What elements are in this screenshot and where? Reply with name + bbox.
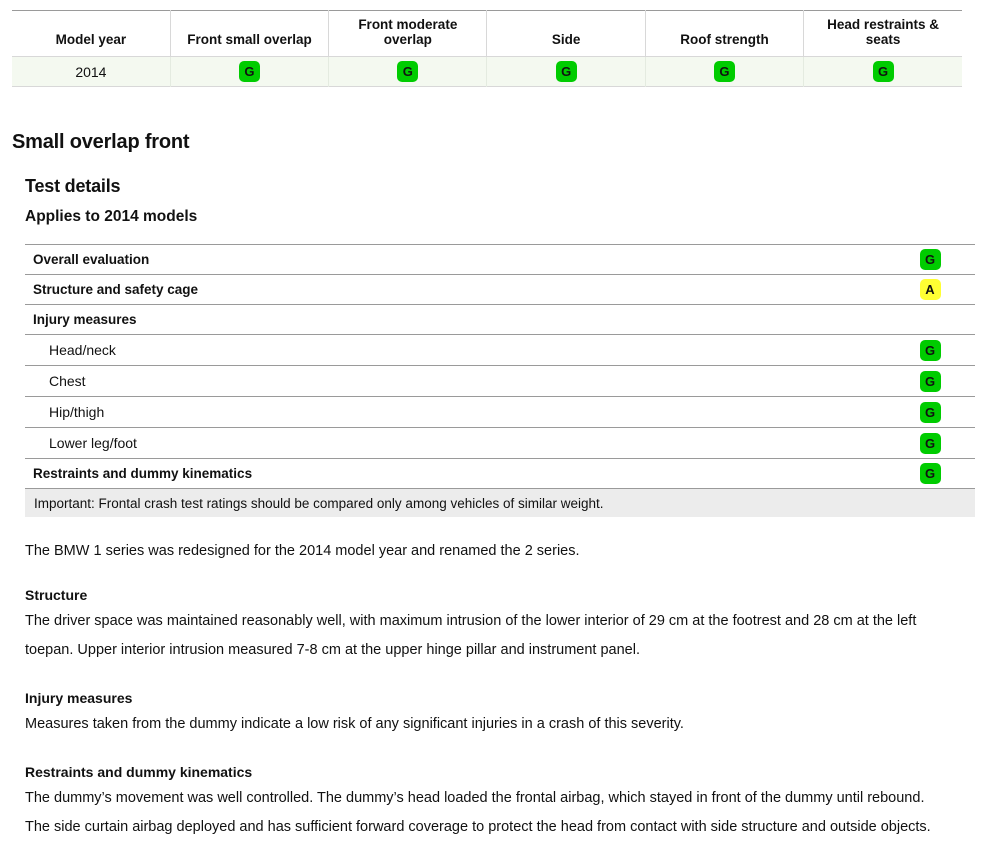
rating-badge-chest: G (919, 370, 941, 392)
prose-section: The BMW 1 series was redesigned for the … (25, 541, 950, 842)
cell-rating-roof-strength: G (645, 56, 805, 87)
table-row: Lower leg/foot G (25, 428, 975, 459)
column-header-side: Side (486, 10, 646, 57)
detail-rating-overall-evaluation: G (885, 245, 975, 275)
test-details-body: Overall evaluation G Structure and safet… (25, 244, 975, 489)
detail-label-restraints-and-dummy-kinematics: Restraints and dummy kinematics (33, 466, 253, 481)
prose-heading-structure: Structure (25, 587, 88, 603)
table-row: Head/neck G (25, 335, 975, 366)
detail-label-injury-measures: Injury measures (33, 312, 137, 327)
detail-rating-lower-leg-foot: G (885, 428, 975, 459)
prose-text-injury-measures: Measures taken from the dummy indicate a… (25, 716, 684, 732)
rating-badge-roof-strength: G (713, 61, 735, 82)
rating-badge-front-moderate-overlap: G (397, 61, 419, 82)
summary-header-row: Model year Front small overlap Front mod… (12, 10, 962, 57)
rating-badge-head-restraints-seats: G (872, 61, 894, 82)
rating-badge-hip-thigh: G (919, 401, 941, 423)
cell-rating-front-moderate-overlap: G (328, 56, 488, 87)
column-header-model-year: Model year (12, 10, 171, 57)
detail-label-structure-and-safety-cage: Structure and safety cage (33, 282, 199, 297)
detail-rating-restraints-and-dummy-kinematics: G (885, 459, 975, 489)
detail-label-head-neck: Head/neck (49, 342, 116, 358)
detail-rating-structure-and-safety-cage: A (885, 275, 975, 305)
detail-rating-injury-measures (885, 305, 975, 335)
table-row: Hip/thigh G (25, 397, 975, 428)
summary-ratings-section: Model year Front small overlap Front mod… (12, 10, 962, 87)
detail-rating-hip-thigh: G (885, 397, 975, 428)
summary-ratings-table: Model year Front small overlap Front mod… (12, 10, 962, 87)
table-row: Injury measures (25, 305, 975, 335)
prose-heading-restraints-and-dummy-kinematics: Restraints and dummy kinematics (25, 764, 253, 780)
rating-badge-lower-leg-foot: G (919, 432, 941, 454)
table-row: Overall evaluation G (25, 244, 975, 275)
rating-badge-overall-evaluation: G (919, 249, 941, 270)
important-note: Important: Frontal crash test ratings sh… (25, 489, 975, 517)
cell-rating-head-restraints-seats: G (804, 57, 962, 87)
table-row: Chest G (25, 366, 975, 397)
table-row: Structure and safety cage A (25, 275, 975, 305)
test-details-table: Overall evaluation G Structure and safet… (25, 244, 975, 489)
prose-heading-injury-measures: Injury measures (25, 690, 133, 706)
applies-to-title: Applies to 2014 models (25, 208, 198, 225)
rating-badge-structure-and-safety-cage: A (919, 279, 941, 300)
detail-rating-chest: G (885, 366, 975, 397)
prose-text-structure: The driver space was maintained reasonab… (25, 613, 917, 658)
column-header-front-moderate-overlap: Front moderate overlap (328, 10, 488, 57)
rating-badge-head-neck: G (919, 339, 941, 361)
cell-rating-front-small-overlap: G (170, 56, 330, 87)
table-row: 2014 G G G G G (12, 56, 962, 87)
summary-table-body: 2014 G G G G G (12, 56, 962, 87)
table-row: Restraints and dummy kinematics G (25, 459, 975, 489)
cell-rating-side: G (486, 56, 646, 87)
detail-rating-head-neck: G (885, 335, 975, 366)
lead-paragraph: The BMW 1 series was redesigned for the … (25, 543, 580, 559)
prose-text-restraints-and-dummy-kinematics: The dummy’s movement was well controlled… (25, 790, 931, 835)
page-title: Small overlap front (12, 131, 190, 153)
detail-label-lower-leg-foot: Lower leg/foot (49, 435, 137, 451)
cell-model-year: 2014 (12, 56, 171, 87)
column-header-roof-strength: Roof strength (645, 10, 805, 57)
rating-badge-side: G (555, 61, 577, 82)
rating-badge-front-small-overlap: G (238, 61, 260, 82)
detail-label-overall-evaluation: Overall evaluation (33, 252, 150, 267)
column-header-front-small-overlap: Front small overlap (170, 10, 330, 57)
summary-table-head: Model year Front small overlap Front mod… (12, 10, 962, 57)
test-details-title: Test details (25, 176, 121, 196)
rating-badge-restraints-and-dummy-kinematics: G (919, 463, 941, 484)
detail-label-chest: Chest (49, 373, 86, 389)
detail-label-hip-thigh: Hip/thigh (49, 404, 105, 420)
column-header-head-restraints-seats: Head restraints & seats (803, 10, 962, 57)
